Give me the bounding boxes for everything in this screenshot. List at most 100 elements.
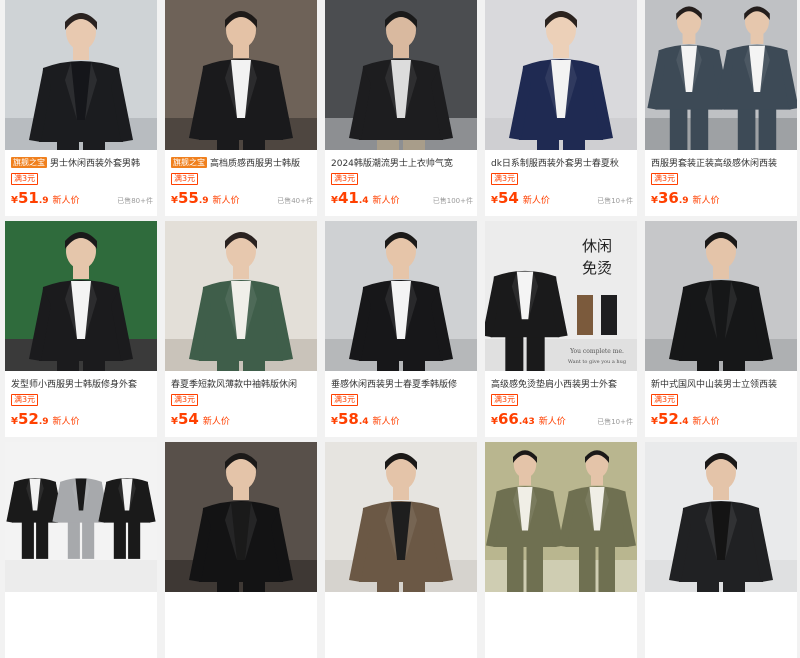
ad-headline-1: 休闲 [582, 237, 612, 255]
product-title[interactable]: 高档质感西服男士韩版 [210, 156, 300, 169]
currency-symbol: ¥ [171, 195, 178, 206]
product-title-row[interactable]: 旗舰之宝 高档质感西服男士韩版 [171, 154, 313, 170]
product-title-row[interactable]: 垂感休闲西装男士春夏季韩版修 [331, 375, 473, 391]
product-image[interactable] [165, 0, 317, 150]
sold-count: 已售80+件 [117, 197, 153, 205]
product-card[interactable]: 发型师小西服男士韩版修身外套 满3元 ¥ 52 .9 新人价 [5, 221, 157, 437]
product-title-row[interactable]: 春夏季短款风薄款中袖韩版休闲 [171, 375, 313, 391]
product-title-row[interactable]: 发型师小西服男士韩版修身外套 [11, 375, 153, 391]
product-image[interactable] [645, 0, 797, 150]
price-row: ¥ 54 新人价 已售10+件 [491, 189, 633, 211]
product-image[interactable] [325, 0, 477, 150]
product-card[interactable]: dk日系制服西装外套男士春夏秋 满3元 ¥ 54 新人价 已售10+件 [485, 0, 637, 216]
product-card[interactable] [645, 442, 797, 658]
product-title-row[interactable]: 新中式国风中山装男士立领西装 [651, 375, 793, 391]
product-card[interactable]: 旗舰之宝 男士休闲西装外套男韩 满3元 ¥ 51 .9 新人价 已售80+件 [5, 0, 157, 216]
price-row: ¥ 54 新人价 [171, 410, 313, 432]
promo-tag: 满3元 [331, 173, 359, 185]
currency-symbol: ¥ [491, 416, 498, 427]
price-decimal: .4 [358, 417, 369, 427]
product-image[interactable]: 休闲 免烫 You complete me. Want to give you a h… [485, 221, 637, 371]
product-title[interactable]: 高级感免烫垫肩小西装男士外套 [491, 377, 617, 390]
product-card[interactable]: 春夏季短款风薄款中袖韩版休闲 满3元 ¥ 54 新人价 [165, 221, 317, 437]
promo-tag: 满3元 [651, 173, 679, 185]
product-title[interactable]: dk日系制服西装外套男士春夏秋 [491, 156, 619, 169]
product-card[interactable]: 西服男套装正装高级感休闲西装 满3元 ¥ 36 .9 新人价 [645, 0, 797, 216]
product-title-row[interactable]: dk日系制服西装外套男士春夏秋 [491, 154, 633, 170]
product-image[interactable] [165, 221, 317, 371]
product-title[interactable]: 春夏季短款风薄款中袖韩版休闲 [171, 377, 297, 390]
sold-count: 已售10+件 [597, 418, 633, 426]
product-grid: 旗舰之宝 男士休闲西装外套男韩 满3元 ¥ 51 .9 新人价 已售80+件 旗舰之… [0, 0, 800, 658]
new-user-price-label: 新人价 [692, 417, 720, 427]
new-user-price-label: 新人价 [692, 196, 720, 206]
product-image[interactable] [5, 0, 157, 150]
currency-symbol: ¥ [651, 416, 658, 427]
new-user-price-label: 新人价 [372, 417, 400, 427]
promo-tag: 满3元 [171, 394, 199, 406]
promo-tag: 满3元 [171, 173, 199, 185]
product-image[interactable] [325, 221, 477, 371]
product-title[interactable]: 新中式国风中山装男士立领西装 [651, 377, 777, 390]
price-decimal: .9 [38, 417, 49, 427]
promo-tag: 满3元 [331, 394, 359, 406]
product-image[interactable] [325, 442, 477, 592]
product-image[interactable] [645, 221, 797, 371]
price-integer: 54 [177, 410, 199, 428]
product-card[interactable] [325, 442, 477, 658]
currency-symbol: ¥ [491, 195, 498, 206]
promo-tag: 满3元 [651, 394, 679, 406]
ad-headline-2: 免烫 [582, 259, 612, 277]
product-card[interactable] [5, 442, 157, 658]
product-title-row[interactable]: 高级感免烫垫肩小西装男士外套 [491, 375, 633, 391]
price-integer: 36 [657, 189, 679, 207]
product-title-row[interactable]: 旗舰之宝 男士休闲西装外套男韩 [11, 154, 153, 170]
product-image[interactable] [485, 0, 637, 150]
product-title[interactable]: 男士休闲西装外套男韩 [50, 156, 140, 169]
new-user-price-label: 新人价 [52, 417, 80, 427]
price-integer: 52 [657, 410, 679, 428]
currency-symbol: ¥ [331, 195, 338, 206]
sold-count: 已售10+件 [597, 197, 633, 205]
product-image[interactable] [645, 442, 797, 592]
product-image[interactable] [165, 442, 317, 592]
price-integer: 41 [337, 189, 359, 207]
product-card[interactable]: 垂感休闲西装男士春夏季韩版修 满3元 ¥ 58 .4 新人价 [325, 221, 477, 437]
currency-symbol: ¥ [651, 195, 658, 206]
product-card[interactable]: 2024韩版潮流男士上衣帅气宽 满3元 ¥ 41 .4 新人价 已售100+件 [325, 0, 477, 216]
product-title[interactable]: 2024韩版潮流男士上衣帅气宽 [331, 156, 453, 169]
sold-count: 已售100+件 [432, 197, 473, 205]
price-decimal: .9 [198, 196, 209, 206]
product-title[interactable]: 发型师小西服男士韩版修身外套 [11, 377, 137, 390]
price-row: ¥ 51 .9 新人价 已售80+件 [11, 189, 153, 211]
new-user-price-label: 新人价 [522, 196, 550, 206]
product-card[interactable]: 旗舰之宝 高档质感西服男士韩版 满3元 ¥ 55 .9 新人价 已售40+件 [165, 0, 317, 216]
product-card[interactable]: 休闲 免烫 You complete me. Want to give you a h… [485, 221, 637, 437]
new-user-price-label: 新人价 [52, 196, 80, 206]
price-decimal: .4 [678, 417, 689, 427]
store-badge: 旗舰之宝 [171, 156, 207, 168]
sold-count: 已售40+件 [277, 197, 313, 205]
product-image[interactable] [5, 221, 157, 371]
product-card[interactable] [165, 442, 317, 658]
product-card[interactable]: 新中式国风中山装男士立领西装 满3元 ¥ 52 .4 新人价 [645, 221, 797, 437]
new-user-price-label: 新人价 [538, 417, 566, 427]
price-integer: 52 [17, 410, 39, 428]
ad-caption-1: You complete me. [569, 348, 624, 355]
price-integer: 51 [17, 189, 39, 207]
store-badge: 旗舰之宝 [11, 156, 47, 168]
product-title[interactable]: 西服男套装正装高级感休闲西装 [651, 156, 777, 169]
price-row: ¥ 52 .4 新人价 [651, 410, 793, 432]
currency-symbol: ¥ [11, 416, 18, 427]
product-title[interactable]: 垂感休闲西装男士春夏季韩版修 [331, 377, 457, 390]
new-user-price-label: 新人价 [212, 196, 240, 206]
price-integer: 58 [337, 410, 359, 428]
price-row: ¥ 58 .4 新人价 [331, 410, 473, 432]
product-title-row[interactable]: 2024韩版潮流男士上衣帅气宽 [331, 154, 473, 170]
product-title-row[interactable]: 西服男套装正装高级感休闲西装 [651, 154, 793, 170]
product-image[interactable] [5, 442, 157, 592]
product-image[interactable] [485, 442, 637, 592]
currency-symbol: ¥ [171, 416, 178, 427]
new-user-price-label: 新人价 [202, 417, 230, 427]
product-card[interactable] [485, 442, 637, 658]
